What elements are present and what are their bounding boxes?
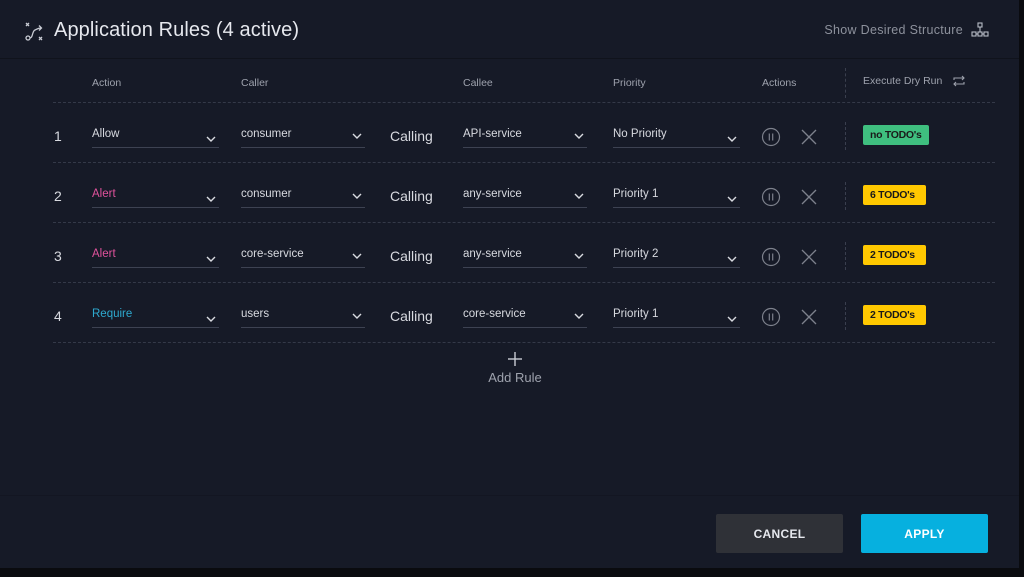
action-value: Allow — [92, 128, 120, 140]
chevron-down-icon — [726, 133, 738, 145]
show-desired-structure-link[interactable]: Show Desired Structure — [824, 22, 989, 38]
chevron-down-icon — [726, 193, 738, 205]
column-separator — [845, 302, 846, 330]
chevron-down-icon — [726, 253, 738, 265]
apply-button[interactable]: APPLY — [861, 514, 988, 553]
callee-value: any-service — [463, 188, 522, 200]
add-rule-button[interactable]: Add Rule — [480, 352, 550, 385]
column-header-priority: Priority — [613, 77, 646, 89]
callee-value: any-service — [463, 248, 522, 260]
action-select[interactable]: Alert — [92, 185, 219, 208]
todo-badge[interactable]: 2 TODO's — [863, 245, 926, 265]
action-select[interactable]: Alert — [92, 245, 219, 268]
priority-value: No Priority — [613, 128, 667, 140]
row-divider — [53, 162, 995, 163]
priority-value: Priority 2 — [613, 248, 659, 260]
application-rules-dialog: Application Rules (4 active) Show Desire… — [0, 0, 1019, 568]
add-rule-label: Add Rule — [488, 370, 542, 385]
column-separator — [845, 182, 846, 210]
callee-select[interactable]: any-service — [463, 185, 587, 208]
chevron-down-icon — [573, 310, 585, 322]
chevron-down-icon — [573, 250, 585, 262]
caller-select[interactable]: users — [241, 305, 365, 328]
caller-value: users — [241, 308, 270, 320]
calling-connector: Calling — [390, 128, 433, 144]
calling-connector: Calling — [390, 248, 433, 264]
todo-badge[interactable]: 6 TODO's — [863, 185, 926, 205]
show-structure-label: Show Desired Structure — [824, 23, 963, 37]
dry-run-label: Execute Dry Run — [863, 75, 943, 87]
caller-value: core-service — [241, 248, 304, 260]
chevron-down-icon — [726, 313, 738, 325]
chevron-down-icon — [205, 193, 217, 205]
chevron-down-icon — [573, 130, 585, 142]
caller-select[interactable]: consumer — [241, 185, 365, 208]
priority-select[interactable]: Priority 2 — [613, 245, 740, 268]
chevron-down-icon — [351, 190, 363, 202]
chevron-down-icon — [351, 310, 363, 322]
action-select[interactable]: Require — [92, 305, 219, 328]
priority-value: Priority 1 — [613, 308, 659, 320]
calling-connector: Calling — [390, 308, 433, 324]
chevron-down-icon — [351, 250, 363, 262]
rule-number: 4 — [54, 308, 62, 324]
row-divider — [53, 342, 995, 343]
priority-select[interactable]: Priority 1 — [613, 185, 740, 208]
todo-badge[interactable]: 2 TODO's — [863, 305, 926, 325]
chevron-down-icon — [205, 253, 217, 265]
column-separator — [845, 122, 846, 150]
column-separator — [845, 68, 846, 98]
pause-icon[interactable] — [761, 187, 781, 207]
chevron-down-icon — [573, 190, 585, 202]
caller-value: consumer — [241, 128, 292, 140]
priority-value: Priority 1 — [613, 188, 659, 200]
pause-icon[interactable] — [761, 127, 781, 147]
chevron-down-icon — [351, 130, 363, 142]
column-separator — [845, 242, 846, 270]
action-value: Require — [92, 308, 133, 320]
priority-select[interactable]: Priority 1 — [613, 305, 740, 328]
priority-select[interactable]: No Priority — [613, 125, 740, 148]
action-value: Alert — [92, 188, 116, 200]
column-header-actions: Actions — [762, 77, 797, 89]
caller-value: consumer — [241, 188, 292, 200]
swap-arrows-icon[interactable] — [952, 74, 966, 88]
dialog-title: Application Rules (4 active) — [54, 19, 300, 41]
footer-divider — [0, 495, 1019, 496]
caller-select[interactable]: core-service — [241, 245, 365, 268]
delete-icon[interactable] — [799, 187, 819, 207]
action-value: Alert — [92, 248, 116, 260]
row-divider — [53, 282, 995, 283]
rule-number: 3 — [54, 248, 62, 264]
chevron-down-icon — [205, 133, 217, 145]
dialog-header: Application Rules (4 active) Show Desire… — [0, 0, 1019, 59]
delete-icon[interactable] — [799, 127, 819, 147]
column-header-caller: Caller — [241, 77, 269, 89]
callee-select[interactable]: API-service — [463, 125, 587, 148]
callee-select[interactable]: any-service — [463, 245, 587, 268]
chevron-down-icon — [205, 313, 217, 325]
column-header-action: Action — [92, 77, 122, 89]
callee-select[interactable]: core-service — [463, 305, 587, 328]
callee-value: API-service — [463, 128, 522, 140]
cancel-button[interactable]: CANCEL — [716, 514, 843, 553]
rule-number: 1 — [54, 128, 62, 144]
todo-badge[interactable]: no TODO's — [863, 125, 929, 145]
pause-icon[interactable] — [761, 247, 781, 267]
delete-icon[interactable] — [799, 307, 819, 327]
delete-icon[interactable] — [799, 247, 819, 267]
hierarchy-icon — [971, 22, 989, 37]
row-divider — [53, 222, 995, 223]
rule-number: 2 — [54, 188, 62, 204]
plus-icon — [508, 352, 522, 366]
route-icon — [25, 22, 43, 41]
pause-icon[interactable] — [761, 307, 781, 327]
column-header-dry-run[interactable]: Execute Dry Run — [863, 74, 966, 88]
calling-connector: Calling — [390, 188, 433, 204]
callee-value: core-service — [463, 308, 526, 320]
action-select[interactable]: Allow — [92, 125, 219, 148]
header-divider — [53, 102, 995, 103]
column-header-callee: Callee — [463, 77, 493, 89]
caller-select[interactable]: consumer — [241, 125, 365, 148]
